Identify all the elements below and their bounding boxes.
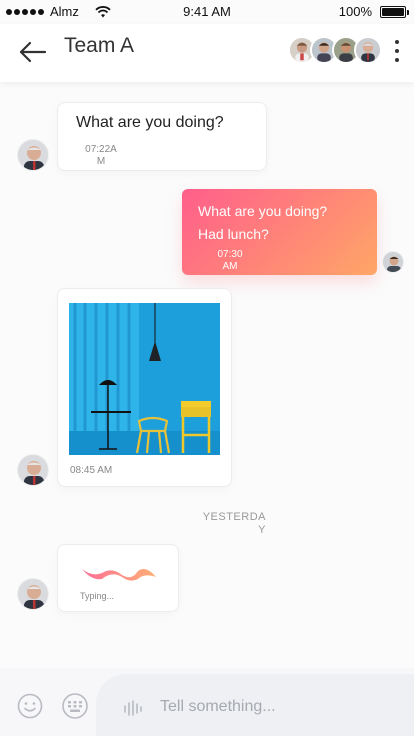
chat-title: Team A	[64, 34, 135, 57]
arrow-left-icon[interactable]	[16, 38, 48, 66]
message-text-line: What are you doing?	[198, 203, 328, 219]
message-bubble-outgoing[interactable]: What are you doing? Had lunch? 07:30 AM	[182, 189, 377, 275]
input-bar	[0, 668, 414, 736]
image-message[interactable]: 08:45 AM	[57, 288, 232, 487]
smiley-icon[interactable]	[17, 693, 43, 719]
message-text: What are you doing? Had lunch?	[198, 200, 368, 246]
avatar[interactable]	[382, 251, 404, 273]
battery-fill	[382, 7, 404, 16]
message-time-line: AM	[222, 261, 238, 272]
status-right: 100%	[338, 4, 409, 19]
message-time: 07:30 AM	[212, 249, 248, 273]
message-time: 08:45 AM	[70, 465, 113, 476]
message-time-line: 07:22A	[85, 144, 117, 155]
message-time-line: 07:30	[217, 249, 243, 260]
keyboard-icon[interactable]	[61, 693, 89, 719]
typing-indicator: Typing...	[57, 544, 179, 612]
message-time: 07:22A M	[83, 144, 119, 168]
status-bar: Almz 9:41 AM 100%	[0, 0, 414, 24]
typing-wave-icon	[82, 569, 156, 581]
member-avatars[interactable]	[288, 36, 382, 64]
shared-photo[interactable]	[69, 303, 220, 455]
battery-icon	[380, 5, 409, 18]
chat-screen: Almz 9:41 AM 100% Team A What are you do…	[0, 0, 414, 736]
avatar[interactable]	[17, 578, 49, 610]
message-input[interactable]	[160, 692, 400, 722]
message-text-line: Had lunch?	[198, 226, 269, 242]
message-bubble[interactable]: What are you doing? 07:22A M	[57, 102, 267, 171]
voice-wave-icon[interactable]	[123, 700, 143, 716]
battery-percent: 100%	[338, 4, 372, 19]
chat-header: Team A	[0, 24, 414, 82]
day-separator-line: YESTERDA	[202, 511, 266, 523]
message-input-wrap	[96, 674, 414, 736]
day-separator-line: Y	[258, 524, 266, 536]
day-separator: YESTERDA Y	[196, 511, 266, 537]
typing-label: Typing...	[80, 591, 115, 601]
avatar[interactable]	[17, 139, 49, 171]
avatar[interactable]	[17, 454, 49, 486]
message-time-line: M	[96, 156, 106, 167]
message-text: What are you doing?	[76, 114, 224, 131]
avatar[interactable]	[354, 36, 382, 64]
more-vertical-icon[interactable]	[392, 40, 402, 62]
